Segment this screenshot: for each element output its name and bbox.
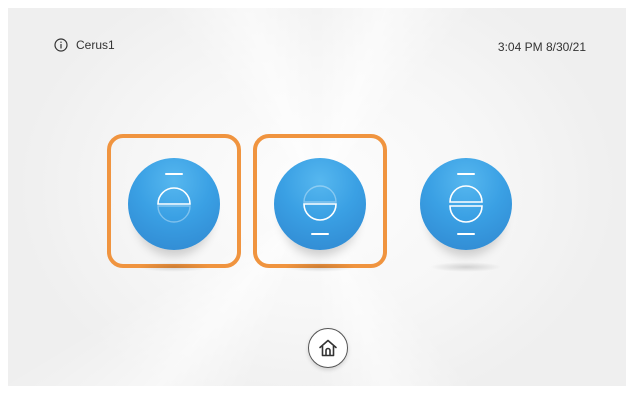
shade-stop-icon [449, 173, 483, 235]
time: 3:04 PM [497, 40, 543, 54]
shade-open-icon [157, 173, 191, 223]
shade-stop-button[interactable] [420, 158, 512, 272]
shade-close-button[interactable] [274, 158, 366, 272]
device-info[interactable]: Cerus1 [54, 38, 115, 52]
shade-close-icon [303, 185, 337, 235]
device-name: Cerus1 [76, 38, 115, 52]
datetime: 3:04 PM 8/30/21 [498, 40, 586, 54]
home-icon [319, 339, 337, 357]
info-icon[interactable] [54, 38, 68, 52]
date: 8/30/21 [545, 40, 586, 54]
home-button[interactable] [308, 328, 348, 368]
screen: Cerus1 3:04 PM 8/30/21 [8, 8, 626, 386]
shade-open-button[interactable] [128, 158, 220, 272]
